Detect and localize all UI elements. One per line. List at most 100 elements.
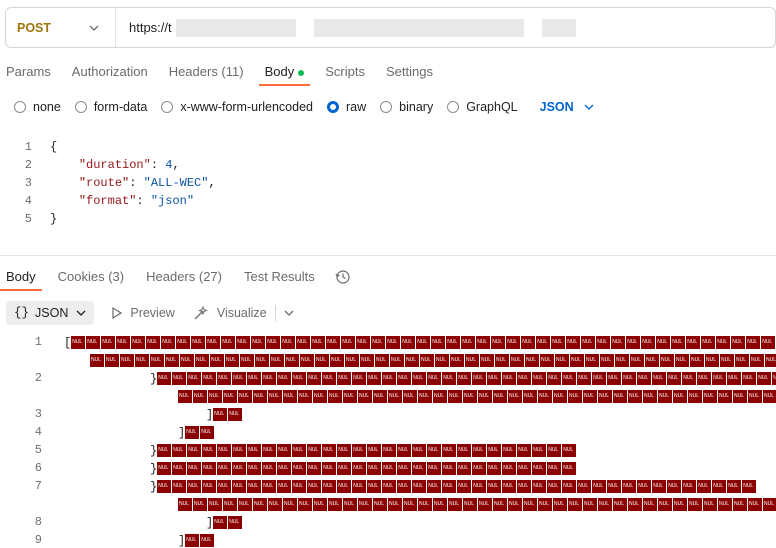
nul-glyph: NUL — [457, 372, 472, 385]
nul-glyph: NUL — [217, 372, 232, 385]
response-format-dropdown[interactable]: {} JSON — [6, 301, 95, 325]
nul-glyph: NUL — [412, 480, 427, 493]
response-line-number: 6 — [34, 461, 42, 475]
nul-glyph: NUL — [268, 390, 282, 403]
visualize-icon — [194, 305, 208, 320]
nul-glyph: NUL — [750, 354, 764, 367]
tab-scripts[interactable]: Scripts — [319, 58, 371, 86]
radio-raw[interactable]: raw — [327, 100, 366, 114]
chevron-down-icon — [76, 308, 86, 318]
nul-glyph: NUL — [427, 444, 442, 457]
nul-glyph: NUL — [131, 336, 146, 349]
nul-glyph: NUL — [185, 534, 200, 547]
nul-glyph: NUL — [508, 390, 522, 403]
tab-body[interactable]: Body — [258, 58, 311, 86]
tab-params[interactable]: Params — [0, 58, 57, 86]
chevron-down-icon[interactable] — [284, 308, 294, 318]
nul-glyph: NUL — [540, 354, 554, 367]
tab-test-results[interactable]: Test Results — [238, 263, 321, 291]
nul-glyph: NUL — [403, 390, 417, 403]
nul-glyph: NUL — [735, 354, 749, 367]
radio-binary[interactable]: binary — [380, 100, 433, 114]
pane-divider[interactable] — [0, 255, 776, 256]
nul-glyph: NUL — [352, 480, 367, 493]
nul-glyph: NUL — [718, 498, 732, 511]
nul-glyph: NUL — [472, 444, 487, 457]
nul-glyph: NUL — [688, 390, 702, 403]
tab-settings[interactable]: Settings — [380, 58, 439, 86]
radio-form-data[interactable]: form-data — [74, 100, 147, 114]
tab-authorization[interactable]: Authorization — [66, 58, 154, 86]
nul-glyph: NUL — [583, 498, 597, 511]
nul-glyph: NUL — [232, 372, 247, 385]
nul-glyph: NUL — [292, 372, 307, 385]
url-text: https://t — [129, 20, 172, 35]
nul-glyph: NUL — [247, 372, 262, 385]
editor-line: 5 } — [24, 212, 58, 226]
nul-glyph: NUL — [697, 372, 712, 385]
nul-glyph: NUL — [502, 480, 517, 493]
nul-glyph: NUL — [281, 336, 296, 349]
nul-glyph: NUL — [532, 444, 547, 457]
nul-glyph: NUL — [600, 354, 614, 367]
nul-glyph: NUL — [418, 498, 432, 511]
nul-glyph: NUL — [442, 372, 457, 385]
nul-glyph: NUL — [337, 444, 352, 457]
nul-glyph: NUL — [358, 390, 372, 403]
body-format-dropdown[interactable]: JSON — [540, 100, 594, 114]
nul-glyph: NUL — [307, 444, 322, 457]
nul-glyph: NUL — [178, 390, 192, 403]
nul-glyph: NUL — [598, 390, 612, 403]
nul-glyph: NUL — [461, 336, 476, 349]
nul-glyph: NUL — [146, 336, 161, 349]
nul-glyph: NUL — [577, 480, 592, 493]
nul-glyph: NUL — [307, 480, 322, 493]
nul-glyph: NUL — [566, 336, 581, 349]
nul-glyph: NUL — [251, 336, 266, 349]
nul-glyph: NUL — [703, 498, 717, 511]
nul-glyph: NUL — [532, 462, 547, 475]
tab-headers[interactable]: Headers (11) — [163, 58, 250, 86]
nul-glyph: NUL — [285, 354, 299, 367]
preview-button[interactable]: Preview — [112, 306, 175, 320]
nul-glyph: NUL — [371, 336, 386, 349]
nul-glyph: NUL — [386, 336, 401, 349]
history-icon[interactable] — [335, 269, 351, 285]
nul-glyph: NUL — [187, 462, 202, 475]
tab-response-body[interactable]: Body — [0, 263, 42, 291]
visualize-button[interactable]: Visualize — [193, 305, 267, 321]
method-selector[interactable]: POST — [6, 8, 116, 47]
editor-line: 1 { — [24, 140, 58, 154]
nul-glyph: NUL — [433, 498, 447, 511]
tab-response-headers[interactable]: Headers (27) — [140, 263, 228, 291]
response-toolbar: {} JSON Preview Visualize — [6, 301, 294, 325]
nul-glyph: NUL — [652, 480, 667, 493]
response-body-viewer[interactable]: 1 [NUL NUL NUL NUL NUL NUL NUL NUL NUL NUL NUL NUL NU… — [0, 333, 776, 548]
response-line: ] NUL NUL — [178, 534, 215, 548]
nul-glyph: NUL — [208, 390, 222, 403]
nul-glyph: NUL — [360, 354, 374, 367]
nul-glyph: NUL — [607, 480, 622, 493]
nul-glyph: NUL — [547, 444, 562, 457]
nul-glyph: NUL — [283, 390, 297, 403]
radio-urlencoded[interactable]: x-www-form-urlencoded — [161, 100, 313, 114]
nul-glyph: NUL — [613, 390, 627, 403]
nul-glyph: NUL — [71, 336, 86, 349]
url-input[interactable]: https://t — [116, 8, 576, 47]
nul-glyph: NUL — [180, 354, 194, 367]
braces-icon: {} — [14, 306, 30, 320]
nul-glyph: NUL — [538, 498, 552, 511]
request-body-editor[interactable]: 1 { 2 "duration": 4, 3 "route": "ALL-WEC… — [0, 138, 776, 230]
nul-glyph: NUL — [525, 354, 539, 367]
nul-glyph: NUL — [435, 354, 449, 367]
nul-glyph: NUL — [757, 372, 772, 385]
nul-glyph: NUL — [643, 498, 657, 511]
nul-glyph: NUL — [720, 354, 734, 367]
nul-glyph: NUL — [562, 462, 577, 475]
radio-graphql[interactable]: GraphQL — [447, 100, 518, 114]
radio-none[interactable]: none — [14, 100, 61, 114]
nul-glyph: NUL — [187, 480, 202, 493]
tab-cookies[interactable]: Cookies (3) — [52, 263, 130, 291]
nul-glyph: NUL — [592, 372, 607, 385]
nul-glyph: NUL — [388, 498, 402, 511]
